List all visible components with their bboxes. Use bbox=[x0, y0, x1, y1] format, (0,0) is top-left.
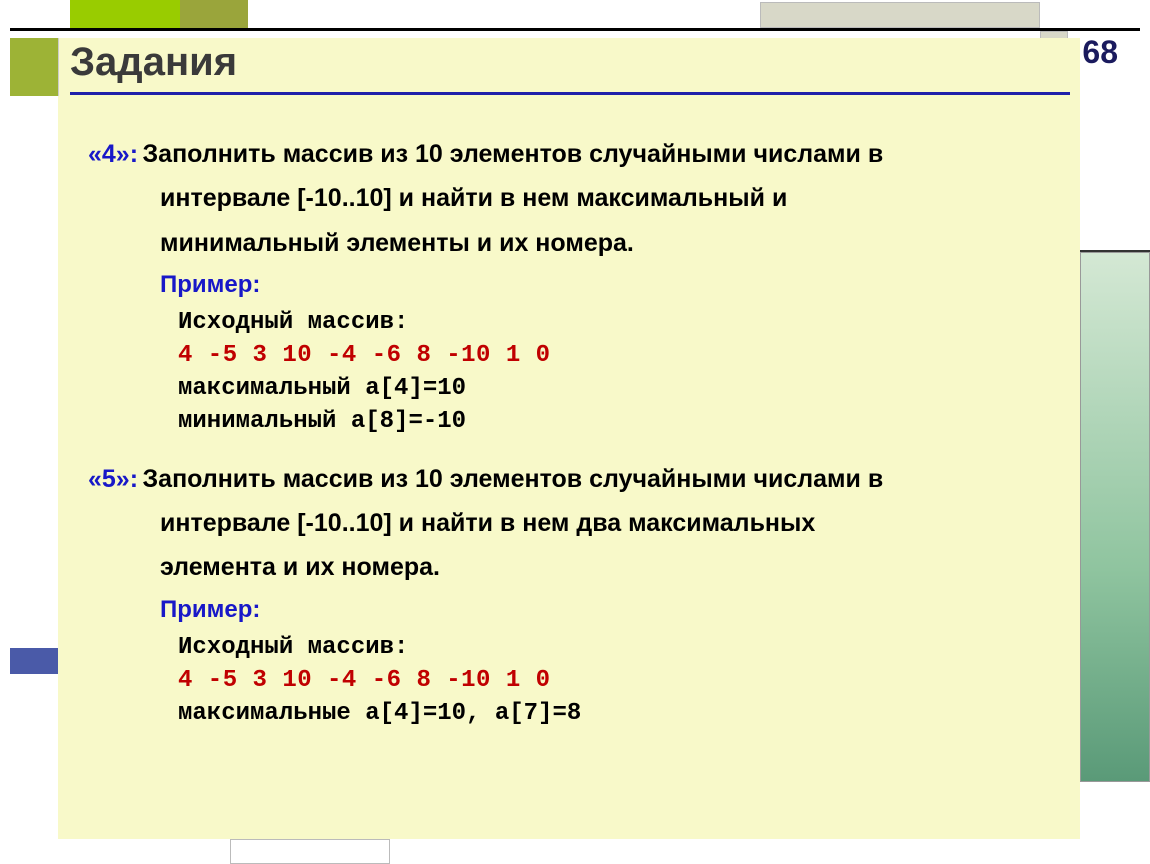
task4-grade: «4»: bbox=[88, 140, 138, 168]
task5-array: 4 -5 3 10 -4 -6 8 -10 1 0 bbox=[178, 667, 1030, 694]
task4-text3: минимальный элементы и их номера. bbox=[160, 229, 634, 257]
task4-max: максимальный a[4]=10 bbox=[178, 375, 1030, 402]
left-olive-block bbox=[10, 38, 58, 96]
bottom-box bbox=[230, 839, 390, 864]
task5-line1: «5»: Заполнить массив из 10 элементов сл… bbox=[88, 461, 1030, 497]
task5-max: максимальные a[4]=10, a[7]=8 bbox=[178, 700, 1030, 727]
task4-src-label: Исходный массив: bbox=[178, 309, 1030, 336]
task5-src-label: Исходный массив: bbox=[178, 634, 1030, 661]
task4-text2: интервале [-10..10] и найти в нем максим… bbox=[160, 184, 787, 212]
task5-line2: интервале [-10..10] и найти в нем два ма… bbox=[160, 505, 1030, 541]
task4-line3: минимальный элементы и их номера. bbox=[160, 225, 1030, 261]
deco-olive-block bbox=[180, 0, 248, 28]
task5-example-label: Пример: bbox=[160, 596, 1030, 624]
task4-min: минимальный a[8]=-10 bbox=[178, 408, 1030, 435]
title-underline bbox=[70, 92, 1070, 95]
task4-text1: Заполнить массив из 10 элементов случайн… bbox=[143, 140, 884, 168]
task4-example-label: Пример: bbox=[160, 271, 1030, 299]
left-blue-bar bbox=[10, 648, 58, 674]
task4-array: 4 -5 3 10 -4 -6 8 -10 1 0 bbox=[178, 342, 1030, 369]
task5-grade: «5»: bbox=[88, 465, 138, 493]
task5-text3: элемента и их номера. bbox=[160, 553, 440, 581]
top-border bbox=[10, 28, 1140, 31]
task4-line2: интервале [-10..10] и найти в нем максим… bbox=[160, 180, 1030, 216]
slide-title: Задания bbox=[70, 40, 237, 85]
deco-green-block bbox=[70, 0, 180, 28]
task5-text1: Заполнить массив из 10 элементов случайн… bbox=[143, 465, 884, 493]
task5-line3: элемента и их номера. bbox=[160, 549, 1030, 585]
deco-gray-bar bbox=[760, 2, 1040, 28]
task5-text2: интервале [-10..10] и найти в нем два ма… bbox=[160, 509, 815, 537]
content-area: «4»: Заполнить массив из 10 элементов сл… bbox=[58, 96, 1080, 839]
side-gradient-block bbox=[1080, 252, 1150, 782]
page-number: 68 bbox=[1082, 34, 1118, 71]
task4-line1: «4»: Заполнить массив из 10 элементов сл… bbox=[88, 136, 1030, 172]
